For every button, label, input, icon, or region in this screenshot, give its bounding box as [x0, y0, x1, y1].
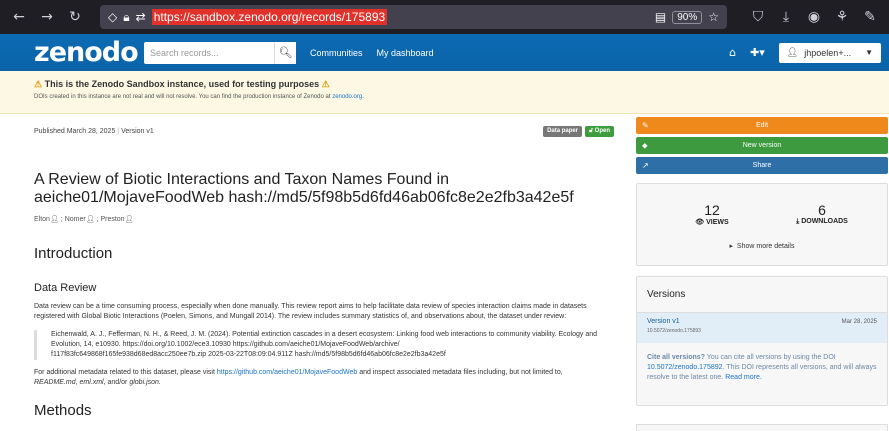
user-icon: 👤︎ — [786, 47, 799, 58]
user-icon: 👤︎ — [85, 216, 95, 223]
pocket-icon[interactable]: ⛉ — [747, 6, 769, 28]
record-sidebar: ✎ Edit ⬥ New version ↗ Share 12 👁︎ VIEWS… — [636, 114, 888, 406]
site-navbar: zenodo Search records... 🔍︎ Communities … — [0, 34, 889, 71]
access-badge[interactable]: 🔓︎ Open — [585, 126, 614, 137]
versions-panel: Versions Version v1 Mar 28, 2025 10.5072… — [636, 276, 888, 406]
address-bar[interactable]: ◇ 🔒︎ ⇄ https://sandbox.zenodo.org/record… — [100, 5, 727, 29]
sandbox-banner: ⚠ This is the Zenodo Sandbox instance, u… — [0, 71, 889, 114]
edit-button[interactable]: ✎ Edit — [636, 117, 888, 134]
search-button[interactable]: 🔍︎ — [274, 41, 296, 64]
dataset-citation: Eichenwald, A. J., Fefferman, N. H., & R… — [34, 330, 614, 360]
version-label: Version v1 — [121, 128, 154, 135]
next-sidebar-panel — [636, 424, 888, 431]
banner-text: DOIs created in this instance are not re… — [34, 94, 331, 100]
user-name: jhpoelen+... — [804, 47, 852, 58]
user-icon: 👤︎ — [124, 216, 134, 223]
bookmark-star-icon[interactable]: ☆ — [708, 10, 719, 24]
new-version-button[interactable]: ⬥ New version — [636, 137, 888, 154]
section-heading-introduction: Introduction — [34, 245, 113, 262]
downloads-stat: 6 ⤓ DOWNLOADS — [796, 202, 848, 225]
record-page: Published March 28, 2025 | Version v1 Da… — [0, 114, 889, 431]
metadata-paragraph: For additional metadata related to this … — [34, 369, 563, 386]
browser-toolbar: ← → ↻ ◇ 🔒︎ ⇄ https://sandbox.zenodo.org/… — [0, 0, 889, 34]
share-icon: ↗ — [642, 161, 649, 170]
views-stat: 12 👁︎ VIEWS — [695, 202, 729, 226]
nav-dashboard[interactable]: My dashboard — [377, 48, 434, 58]
zoom-level[interactable]: 90% — [672, 10, 703, 24]
production-link[interactable]: zenodo.org — [332, 94, 362, 100]
warning-icon: ⚠ — [321, 79, 330, 89]
creators-list: Elton👤︎ ; Nomer👤︎ ; Preston👤︎ — [34, 216, 134, 223]
concept-doi-link[interactable]: 10.5072/zenodo.175892 — [647, 364, 723, 371]
version-row[interactable]: Version v1 Mar 28, 2025 10.5072/zenodo.1… — [637, 313, 887, 343]
show-more-details[interactable]: ▸ Show more details — [637, 242, 887, 250]
cite-all-versions: Cite all versions? You can cite all vers… — [647, 354, 877, 381]
lock-icon[interactable]: 🔒︎ — [123, 10, 129, 25]
edit-icon: ✎ — [642, 121, 649, 130]
caret-right-icon: ▸ — [729, 243, 734, 250]
back-icon[interactable]: ← — [8, 6, 30, 28]
stats-panel: 12 👁︎ VIEWS 6 ⤓ DOWNLOADS ▸ Show more de… — [636, 183, 888, 266]
zenodo-logo[interactable]: zenodo — [34, 37, 139, 68]
share-button[interactable]: ↗ Share — [636, 157, 888, 174]
extensions-icon[interactable]: ⚘ — [831, 6, 853, 28]
chevron-down-icon: ▼ — [865, 48, 873, 57]
publication-date: Published March 28, 2025 — [34, 128, 116, 135]
nav-communities[interactable]: Communities — [310, 48, 363, 58]
section-heading-methods: Methods — [34, 402, 92, 419]
section-heading-data-review: Data Review — [34, 282, 97, 294]
inbox-icon[interactable]: ⌂ — [729, 46, 736, 59]
forward-icon[interactable]: → — [36, 6, 58, 28]
versions-heading: Versions — [637, 277, 887, 313]
reader-view-icon[interactable]: ▤ — [655, 10, 666, 24]
eye-icon: 👁︎ — [695, 219, 705, 226]
account-icon[interactable]: ◉ — [803, 6, 825, 28]
shield-icon[interactable]: ◇ — [108, 10, 117, 24]
creator[interactable]: Elton — [34, 216, 50, 223]
resource-type-badge[interactable]: Data paper — [543, 126, 583, 137]
menu-icon[interactable]: ✎ — [859, 6, 881, 28]
downloads-icon[interactable]: ⤓ — [775, 6, 797, 28]
reload-icon[interactable]: ↻ — [64, 6, 86, 28]
plus-icon[interactable]: ✚▾ — [750, 46, 765, 59]
permissions-icon[interactable]: ⇄ — [136, 10, 146, 24]
download-icon: ⤓ — [796, 218, 800, 225]
creator[interactable]: Nomer — [65, 216, 86, 223]
search-input[interactable]: Search records... — [144, 41, 274, 64]
read-more-link[interactable]: Read more. — [725, 374, 762, 381]
search-icon: 🔍︎ — [278, 47, 293, 59]
creator[interactable]: Preston — [100, 216, 124, 223]
record-title: A Review of Biotic Interactions and Taxo… — [34, 171, 574, 206]
review-paragraph: Data review can be a time consuming proc… — [34, 303, 587, 320]
tag-icon: ⬥ — [642, 140, 648, 150]
record-content: Published March 28, 2025 | Version v1 Da… — [34, 114, 614, 419]
github-link[interactable]: https://github.com/aeiche01/MojaveFoodWe… — [217, 369, 357, 376]
url-text[interactable]: https://sandbox.zenodo.org/records/17589… — [151, 9, 388, 25]
banner-title: This is the Zenodo Sandbox instance, use… — [44, 79, 320, 89]
user-menu-button[interactable]: 👤︎ jhpoelen+... ▼ — [778, 42, 881, 63]
unlock-icon: 🔓︎ — [589, 128, 593, 134]
warning-icon: ⚠ — [34, 79, 43, 89]
user-icon: 👤︎ — [49, 216, 59, 223]
